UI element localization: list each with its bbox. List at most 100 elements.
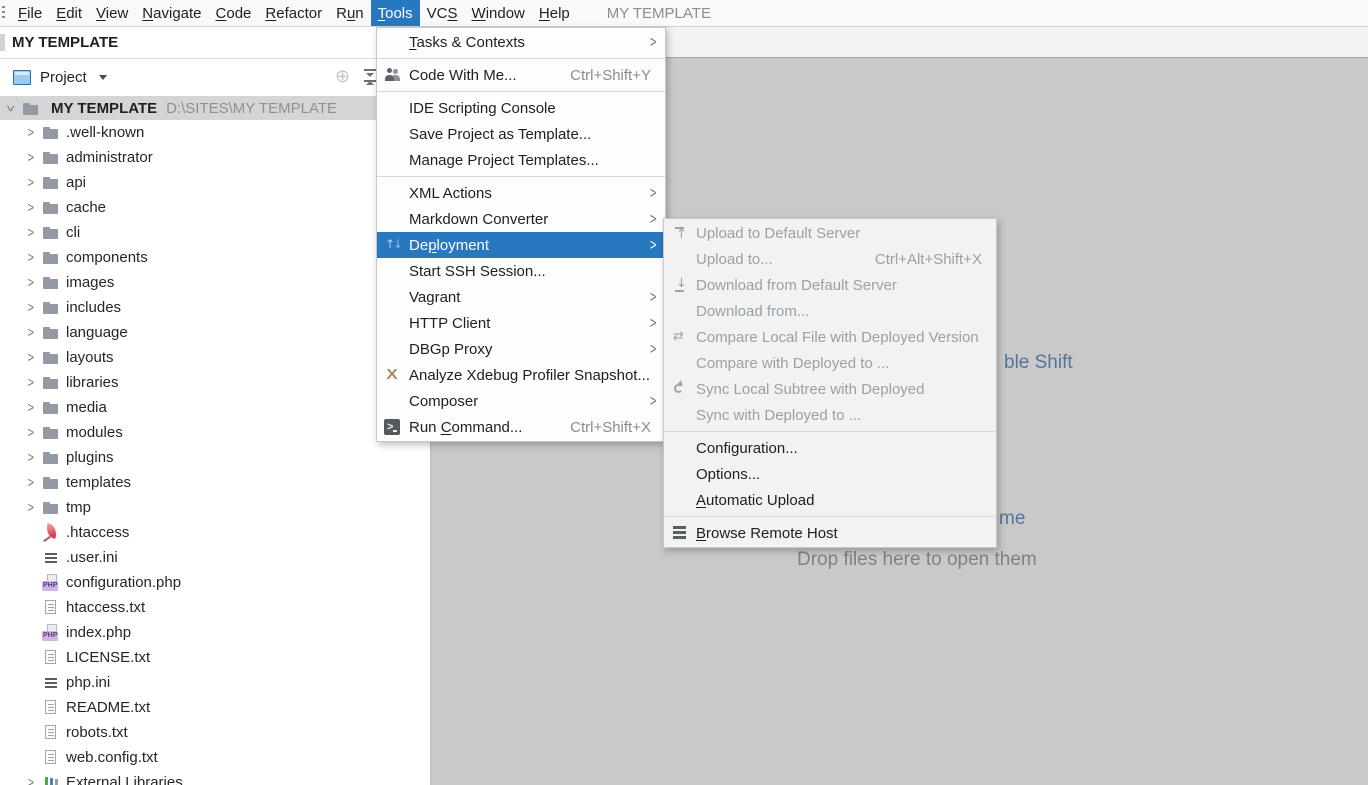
- menu-item-xml-actions[interactable]: XML Actions: [377, 180, 665, 206]
- menu-item-save-project-as-template[interactable]: Save Project as Template...: [377, 121, 665, 147]
- tree-row[interactable]: web.config.txt: [0, 745, 430, 770]
- chevron-down-icon[interactable]: [99, 75, 107, 80]
- menu-item-http-client[interactable]: HTTP Client: [377, 310, 665, 336]
- submenu-item-upload-to-default-server[interactable]: Upload to Default Server: [664, 220, 996, 246]
- menu-item-tasks-and-contexts[interactable]: Tasks & Contexts: [377, 29, 665, 55]
- chevron-right-icon[interactable]: [22, 500, 39, 515]
- chevron-expanded-icon[interactable]: [2, 101, 19, 116]
- menubar-item-help[interactable]: Help: [532, 0, 577, 26]
- tree-row[interactable]: configuration.php: [0, 570, 430, 595]
- menu-bar: FileEditViewNavigateCodeRefactorRunTools…: [0, 0, 1368, 27]
- menubar-item-edit[interactable]: Edit: [49, 0, 89, 26]
- chevron-right-icon[interactable]: [22, 150, 39, 165]
- chevron-right-icon[interactable]: [22, 375, 39, 390]
- menubar-item-view[interactable]: View: [89, 0, 135, 26]
- chevron-right-icon[interactable]: [22, 425, 39, 440]
- menu-item-dbgp-proxy[interactable]: DBGp Proxy: [377, 336, 665, 362]
- submenu-item-options[interactable]: Options...: [664, 461, 996, 487]
- menubar-item-window[interactable]: Window: [465, 0, 532, 26]
- menu-item-run-command[interactable]: Run Command... Ctrl+Shift+X: [377, 414, 665, 440]
- tree-row[interactable]: cli: [0, 220, 430, 245]
- chevron-right-icon[interactable]: [22, 300, 39, 315]
- tree-row-label: plugins: [66, 449, 114, 466]
- tree-row-label: web.config.txt: [66, 749, 158, 766]
- submenu-item-configuration[interactable]: Configuration...: [664, 435, 996, 461]
- chevron-right-icon[interactable]: [22, 450, 39, 465]
- menu-item-ide-scripting-console[interactable]: IDE Scripting Console: [377, 95, 665, 121]
- tree-root-row[interactable]: MY TEMPLATE D:\SITES\MY TEMPLATE: [0, 96, 430, 120]
- tree-row[interactable]: plugins: [0, 445, 430, 470]
- tree-row-label: includes: [66, 299, 121, 316]
- menu-item-code-with-me[interactable]: Code With Me... Ctrl+Shift+Y: [377, 62, 665, 88]
- chevron-right-icon[interactable]: [22, 250, 39, 265]
- tree-row-label: .user.ini: [66, 549, 118, 566]
- submenu-item-compare-with-deployed-to[interactable]: Compare with Deployed to ...: [664, 350, 996, 376]
- menu-item-label: Upload to Default Server: [696, 225, 860, 242]
- chevron-right-icon[interactable]: [22, 225, 39, 240]
- tree-row-label: cli: [66, 224, 80, 241]
- menubar-item-refactor[interactable]: Refactor: [258, 0, 329, 26]
- menu-item-composer[interactable]: Composer: [377, 388, 665, 414]
- chevron-right-icon[interactable]: [22, 175, 39, 190]
- chevron-right-icon[interactable]: [22, 325, 39, 340]
- menubar-item-navigate[interactable]: Navigate: [135, 0, 208, 26]
- menu-item-label: Save Project as Template...: [409, 126, 591, 143]
- menu-item-manage-project-templates[interactable]: Manage Project Templates...: [377, 147, 665, 173]
- chevron-right-icon[interactable]: [22, 475, 39, 490]
- tree-row[interactable]: components: [0, 245, 430, 270]
- tree-row[interactable]: modules: [0, 420, 430, 445]
- chevron-right-icon[interactable]: [22, 400, 39, 415]
- tree-row[interactable]: .well-known: [0, 120, 430, 145]
- menu-item-icon: [671, 250, 689, 268]
- tree-row[interactable]: .user.ini: [0, 545, 430, 570]
- tree-row[interactable]: templates: [0, 470, 430, 495]
- menu-item-vagrant[interactable]: Vagrant: [377, 284, 665, 310]
- tree-row[interactable]: .htaccess: [0, 520, 430, 545]
- menubar-item-file[interactable]: File: [11, 0, 49, 26]
- tree-row-label: .htaccess: [66, 524, 129, 541]
- menubar-item-tools[interactable]: Tools: [371, 0, 420, 26]
- submenu-item-compare-local-file-with-deployed-version[interactable]: Compare Local File with Deployed Version: [664, 324, 996, 350]
- menubar-item-run[interactable]: Run: [329, 0, 371, 26]
- submenu-item-automatic-upload[interactable]: Automatic Upload: [664, 487, 996, 513]
- tree-row[interactable]: README.txt: [0, 695, 430, 720]
- tree-row[interactable]: index.php: [0, 620, 430, 645]
- tree-row-external-libraries[interactable]: External Libraries: [0, 770, 430, 785]
- tree-row[interactable]: htaccess.txt: [0, 595, 430, 620]
- submenu-item-download-from[interactable]: Download from...: [664, 298, 996, 324]
- tree-row[interactable]: administrator: [0, 145, 430, 170]
- chevron-right-icon[interactable]: [22, 275, 39, 290]
- project-view-selector[interactable]: Project: [40, 69, 87, 86]
- tree-row[interactable]: api: [0, 170, 430, 195]
- submenu-item-browse-remote-host[interactable]: Browse Remote Host: [664, 520, 996, 546]
- tree-row[interactable]: robots.txt: [0, 720, 430, 745]
- submenu-item-sync-local-subtree-with-deployed[interactable]: Sync Local Subtree with Deployed: [664, 376, 996, 402]
- tree-row-label: layouts: [66, 349, 114, 366]
- tree-row[interactable]: includes: [0, 295, 430, 320]
- menubar-item-code[interactable]: Code: [209, 0, 259, 26]
- menu-item-icon: [384, 262, 402, 280]
- submenu-item-upload-to[interactable]: Upload to... Ctrl+Alt+Shift+X: [664, 246, 996, 272]
- submenu-item-download-from-default-server[interactable]: Download from Default Server: [664, 272, 996, 298]
- tree-row[interactable]: cache: [0, 195, 430, 220]
- tree-row[interactable]: layouts: [0, 345, 430, 370]
- menu-item-markdown-converter[interactable]: Markdown Converter: [377, 206, 665, 232]
- chevron-right-icon[interactable]: [22, 775, 39, 785]
- submenu-item-sync-with-deployed-to[interactable]: Sync with Deployed to ...: [664, 402, 996, 428]
- menu-item-icon: [671, 524, 689, 542]
- locate-button[interactable]: [332, 65, 357, 90]
- tree-row[interactable]: php.ini: [0, 670, 430, 695]
- menu-item-analyze-xdebug-profiler-snapshot[interactable]: Analyze Xdebug Profiler Snapshot...: [377, 362, 665, 388]
- menu-item-start-ssh-session[interactable]: Start SSH Session...: [377, 258, 665, 284]
- tree-row[interactable]: media: [0, 395, 430, 420]
- chevron-right-icon[interactable]: [22, 125, 39, 140]
- tree-row[interactable]: LICENSE.txt: [0, 645, 430, 670]
- tree-row[interactable]: libraries: [0, 370, 430, 395]
- chevron-right-icon[interactable]: [22, 350, 39, 365]
- tree-row[interactable]: tmp: [0, 495, 430, 520]
- menubar-item-vcs[interactable]: VCS: [420, 0, 465, 26]
- tree-row[interactable]: language: [0, 320, 430, 345]
- chevron-right-icon[interactable]: [22, 200, 39, 215]
- menu-item-deployment[interactable]: Deployment: [377, 232, 665, 258]
- tree-row[interactable]: images: [0, 270, 430, 295]
